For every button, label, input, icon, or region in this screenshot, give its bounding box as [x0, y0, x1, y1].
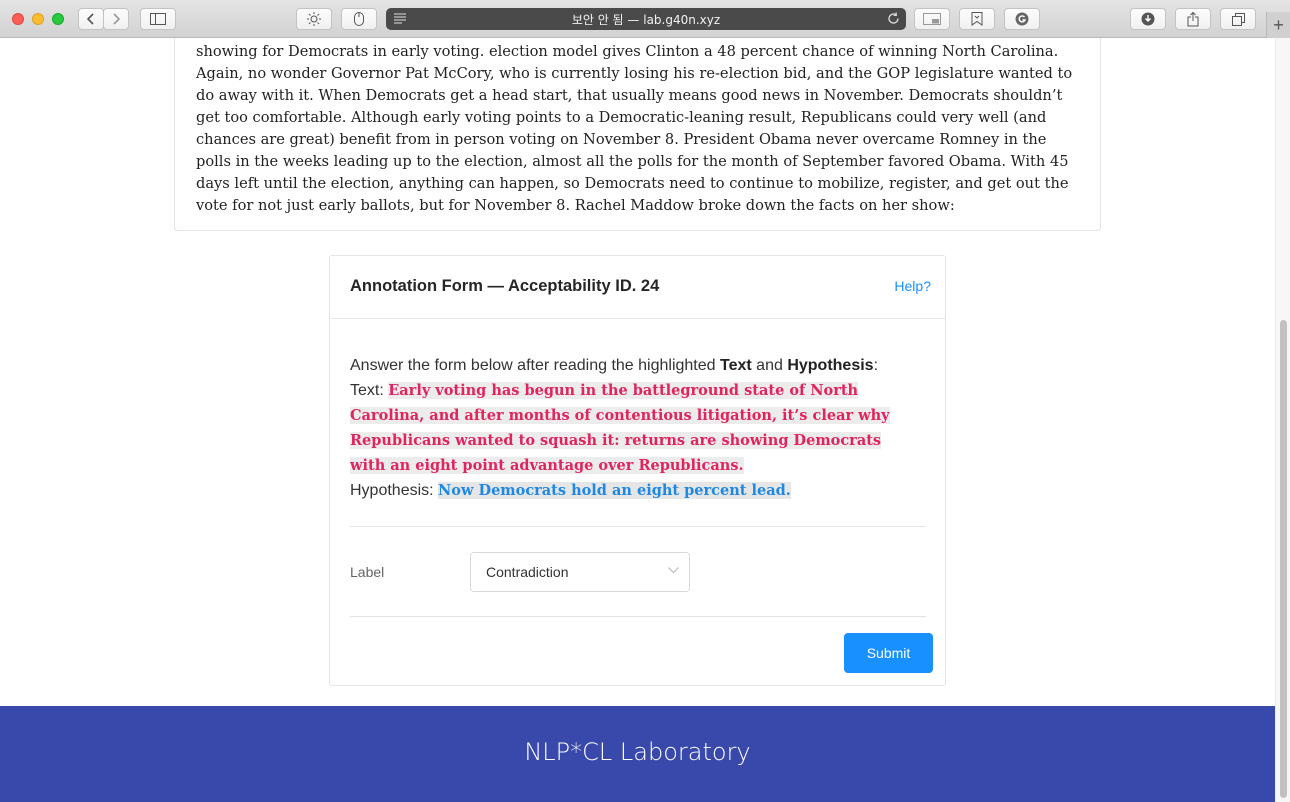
label-field-caption: Label	[350, 564, 385, 580]
annotation-form-card: Annotation Form — Acceptability ID. 24 H…	[329, 255, 946, 686]
downloads-button[interactable]	[1130, 8, 1166, 30]
form-title: Annotation Form — Acceptability ID. 24	[350, 277, 660, 295]
download-icon	[1141, 12, 1155, 26]
instruction-hypothesis-word: Hypothesis	[787, 357, 874, 374]
mouse-icon	[354, 12, 364, 26]
tab-overview-button[interactable]	[1220, 8, 1256, 30]
pip-icon	[923, 13, 941, 25]
form-header: Annotation Form — Acceptability ID. 24 H…	[330, 256, 945, 319]
plus-icon: +	[1273, 14, 1284, 35]
footer-brand: NLP*CL Laboratory	[524, 738, 751, 766]
back-button[interactable]	[78, 8, 104, 30]
tabs-icon	[1231, 12, 1245, 26]
share-button[interactable]	[1175, 8, 1211, 30]
address-bar[interactable]: 보안 안 됨 — lab.g40n.xyz	[386, 8, 906, 30]
form-instructions: Answer the form below after reading the …	[350, 353, 910, 503]
instruction-and: and	[751, 357, 788, 374]
chevron-right-icon	[113, 13, 120, 25]
sidebar-icon	[150, 13, 166, 25]
mouse-extension-button[interactable]	[341, 8, 377, 30]
close-window-button[interactable]	[12, 13, 24, 25]
share-icon	[1187, 11, 1199, 26]
sidebar-toggle-button[interactable]	[140, 8, 176, 30]
reader-mode-icon[interactable]	[394, 13, 406, 24]
sun-icon	[307, 12, 321, 26]
bookmark-icon	[971, 12, 983, 26]
reload-icon[interactable]	[887, 12, 900, 25]
label-select-value: Contradiction	[486, 564, 569, 580]
chevron-down-icon	[668, 567, 679, 574]
highlighted-text: Early voting has begun in the battlegrou…	[350, 382, 890, 474]
article-text: showing for Democrats in early voting. e…	[196, 43, 1073, 214]
form-divider-bottom	[350, 616, 926, 617]
instruction-suffix: :	[873, 357, 879, 374]
minimize-window-button[interactable]	[32, 13, 44, 25]
hypothesis-label: Hypothesis:	[350, 482, 439, 499]
instruction-prefix: Answer the form below after reading the …	[350, 357, 720, 374]
grammarly-icon	[1015, 12, 1029, 26]
brightness-extension-button[interactable]	[296, 8, 332, 30]
instruction-text-word: Text	[720, 357, 752, 374]
zoom-window-button[interactable]	[52, 13, 64, 25]
bookmark-extension-button[interactable]	[959, 8, 995, 30]
browser-toolbar: 보안 안 됨 — lab.g40n.xyz +	[0, 0, 1290, 38]
form-divider-top	[350, 526, 926, 527]
scrollbar-thumb[interactable]	[1280, 320, 1287, 798]
picture-in-picture-button[interactable]	[914, 8, 950, 30]
label-select[interactable]: Contradiction	[470, 552, 690, 592]
text-label: Text:	[350, 382, 389, 399]
site-footer: NLP*CL Laboratory	[0, 706, 1275, 802]
highlighted-hypothesis: Now Democrats hold an eight percent lead…	[438, 482, 791, 499]
article-card: showing for Democrats in early voting. e…	[174, 38, 1101, 231]
grammarly-extension-button[interactable]	[1004, 8, 1040, 30]
submit-button[interactable]: Submit	[844, 633, 933, 673]
chevron-left-icon	[87, 13, 94, 25]
address-text: 보안 안 됨 — lab.g40n.xyz	[571, 12, 721, 27]
forward-button[interactable]	[103, 8, 129, 30]
help-link[interactable]: Help?	[894, 278, 931, 294]
page-scrollbar[interactable]	[1275, 38, 1290, 802]
new-tab-button[interactable]: +	[1266, 12, 1290, 38]
